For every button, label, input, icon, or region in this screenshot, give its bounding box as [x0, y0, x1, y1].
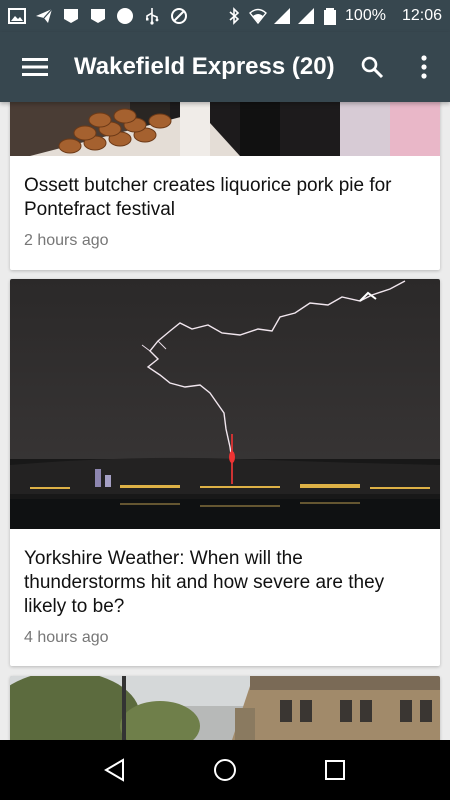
more-vert-icon	[421, 55, 427, 79]
recents-icon	[325, 760, 345, 780]
pork-pies-photo	[10, 102, 440, 156]
blocked-icon	[170, 7, 188, 25]
article-body: Yorkshire Weather: When will the thunder…	[10, 529, 440, 666]
status-bar: 100% 12:06	[0, 0, 450, 32]
status-left-icons	[8, 7, 188, 25]
image-icon	[8, 7, 26, 25]
clock-time: 12:06	[401, 7, 442, 24]
back-button[interactable]	[90, 745, 140, 795]
recents-button[interactable]	[310, 745, 360, 795]
article-title[interactable]: Yorkshire Weather: When will the thunder…	[24, 547, 426, 619]
lightning-over-harbour-photo	[10, 279, 440, 529]
circle-icon	[116, 7, 134, 25]
home-icon	[214, 759, 236, 781]
article-image[interactable]	[10, 279, 440, 529]
article-card[interactable]: Ossett butcher creates liquorice pork pi…	[10, 102, 440, 270]
signal-icon	[273, 7, 291, 25]
home-button[interactable]	[200, 745, 250, 795]
back-icon	[104, 758, 124, 782]
signal-icon	[297, 7, 315, 25]
send-icon	[35, 7, 53, 25]
bluetooth-icon	[225, 7, 243, 25]
street-buildings-photo	[10, 676, 440, 740]
article-timestamp: 4 hours ago	[24, 629, 109, 646]
battery-percent: 100%	[345, 7, 386, 24]
article-card[interactable]: Yorkshire Weather: When will the thunder…	[10, 279, 440, 666]
notification-icon	[62, 7, 80, 25]
article-image[interactable]	[10, 676, 440, 740]
menu-icon	[22, 58, 48, 76]
article-title[interactable]: Ossett butcher creates liquorice pork pi…	[24, 174, 426, 222]
article-image[interactable]	[10, 102, 440, 156]
status-right-icons: 100% 12:06	[225, 7, 442, 25]
navigation-bar	[0, 740, 450, 800]
article-feed[interactable]: Ossett butcher creates liquorice pork pi…	[0, 102, 450, 740]
article-timestamp: 2 hours ago	[24, 232, 109, 249]
page-title: Wakefield Express (20)	[74, 53, 335, 80]
overflow-menu-button[interactable]	[398, 32, 450, 102]
search-button[interactable]	[346, 32, 398, 102]
article-card[interactable]	[10, 676, 440, 740]
usb-icon	[143, 7, 161, 25]
article-body: Ossett butcher creates liquorice pork pi…	[10, 156, 440, 270]
menu-button[interactable]	[0, 32, 70, 102]
app-bar: Wakefield Express (20)	[0, 32, 450, 102]
battery-icon	[321, 7, 339, 25]
wifi-icon	[249, 7, 267, 25]
search-icon	[361, 56, 384, 79]
notification-icon	[89, 7, 107, 25]
